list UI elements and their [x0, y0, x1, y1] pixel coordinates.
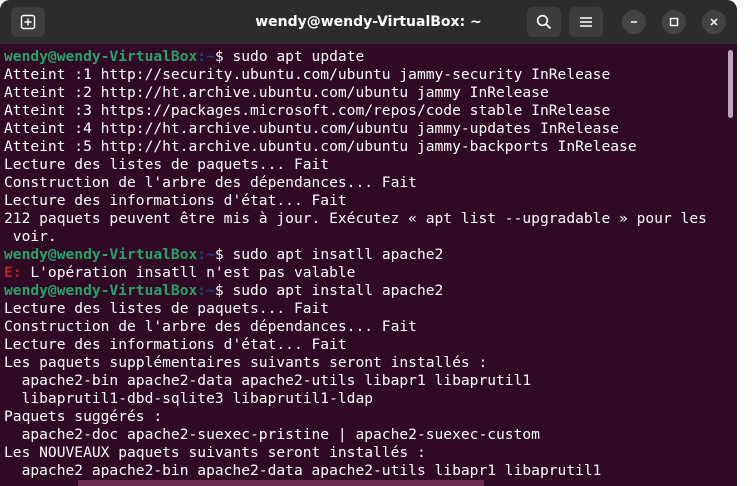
- command-text: sudo apt insatll apache2: [232, 246, 444, 263]
- prompt-separator: :: [197, 246, 207, 263]
- prompt-symbol: $: [214, 48, 233, 65]
- minimize-icon: [631, 21, 637, 23]
- scrollbar-thumb[interactable]: [728, 50, 733, 118]
- close-icon: [710, 18, 718, 26]
- output-line: Atteint :3 https://packages.microsoft.co…: [4, 102, 611, 119]
- output-line: Atteint :4 http://ht.archive.ubuntu.com/…: [4, 120, 620, 137]
- prompt-symbol: $: [214, 282, 233, 299]
- error-line: E: L'opération insatll n'est pas valable: [4, 264, 723, 282]
- output-line: voir.: [4, 228, 57, 245]
- output-line: Les paquets supplémentaires suivants ser…: [4, 354, 488, 371]
- output-line: apache2-bin apache2-data apache2-utils l…: [4, 372, 532, 389]
- output-line: Paquets suggérés :: [4, 408, 163, 425]
- close-button[interactable]: [702, 10, 726, 34]
- output-line: Lecture des listes de paquets... Fait: [4, 300, 330, 317]
- prompt-user-host: wendy@wendy-VirtualBox: [4, 282, 198, 299]
- output-line: Atteint :5 http://ht.archive.ubuntu.com/…: [4, 138, 637, 155]
- scrollbar[interactable]: [727, 44, 735, 486]
- command-text: sudo apt install apache2: [232, 282, 444, 299]
- command-line: wendy@wendy-VirtualBox:~$ sudo apt insta…: [4, 282, 723, 300]
- terminal-window: wendy@wendy-VirtualBox: ~ wendy@wendy-Vi…: [0, 0, 737, 486]
- output-line: Atteint :2 http://ht.archive.ubuntu.com/…: [4, 84, 549, 101]
- output-line: Construction de l'arbre des dépendances.…: [4, 318, 417, 335]
- window-bottom-edge: [78, 480, 484, 486]
- hamburger-menu-icon: [580, 17, 592, 27]
- command-line: wendy@wendy-VirtualBox:~$ sudo apt updat…: [4, 48, 723, 66]
- prompt-user-host: wendy@wendy-VirtualBox: [4, 48, 198, 65]
- search-button[interactable]: [527, 7, 561, 37]
- output-line: apache2-doc apache2-suexec-pristine | ap…: [4, 426, 540, 443]
- minimize-button[interactable]: [622, 10, 646, 34]
- prompt-symbol: $: [214, 246, 233, 263]
- menu-button[interactable]: [569, 7, 603, 37]
- terminal-lines: wendy@wendy-VirtualBox:~$ sudo apt updat…: [4, 48, 723, 480]
- output-line: Atteint :1 http://security.ubuntu.com/ub…: [4, 66, 611, 83]
- terminal-output[interactable]: wendy@wendy-VirtualBox:~$ sudo apt updat…: [0, 44, 737, 486]
- maximize-button[interactable]: [662, 10, 686, 34]
- output-line: Lecture des informations d'état... Fait: [4, 192, 347, 209]
- prompt-path: ~: [206, 282, 215, 299]
- maximize-icon: [669, 17, 679, 27]
- prompt-separator: :: [197, 282, 207, 299]
- prompt-path: ~: [206, 48, 215, 65]
- error-prefix: E:: [4, 264, 22, 281]
- output-line: Construction de l'arbre des dépendances.…: [4, 174, 417, 191]
- error-text: L'opération insatll n'est pas valable: [21, 264, 356, 281]
- search-icon: [536, 14, 552, 30]
- output-line: 212 paquets peuvent être mis à jour. Exé…: [4, 210, 707, 227]
- command-line: wendy@wendy-VirtualBox:~$ sudo apt insat…: [4, 246, 723, 264]
- prompt-path: ~: [206, 246, 215, 263]
- command-text: sudo apt update: [232, 48, 365, 65]
- output-line: apache2 apache2-bin apache2-data apache2…: [4, 462, 602, 479]
- output-line: libaprutil1-dbd-sqlite3 libaprutil1-ldap: [4, 390, 374, 407]
- prompt-user-host: wendy@wendy-VirtualBox: [4, 246, 198, 263]
- output-line: Lecture des informations d'état... Fait: [4, 336, 347, 353]
- output-line: Lecture des listes de paquets... Fait: [4, 156, 330, 173]
- prompt-separator: :: [197, 48, 207, 65]
- title-bar[interactable]: wendy@wendy-VirtualBox: ~: [0, 0, 737, 44]
- output-line: Les NOUVEAUX paquets suivants seront ins…: [4, 444, 426, 461]
